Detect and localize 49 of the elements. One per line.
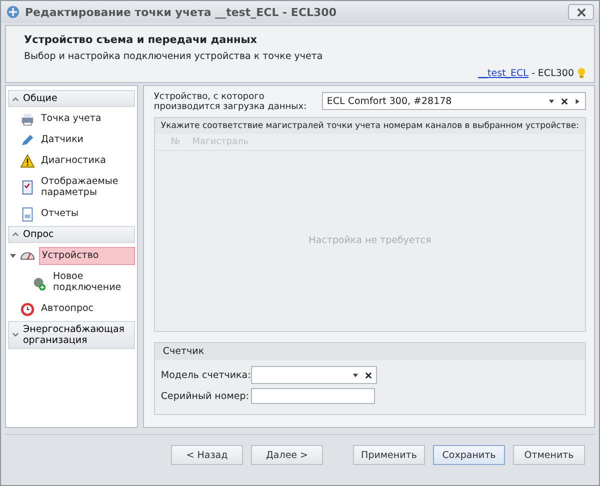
column-header: № bbox=[170, 136, 180, 147]
printer-icon bbox=[20, 112, 35, 127]
header-subtitle: Выбор и настройка подключения устройства к точке учета bbox=[24, 51, 324, 62]
chevron-icon bbox=[12, 332, 19, 338]
close-icon bbox=[576, 8, 586, 16]
chevron-icon bbox=[12, 231, 19, 238]
window-title: Редактирование точки учета __test_ECL - ECL300 bbox=[25, 6, 338, 18]
header-title: Устройство съема и передачи данных bbox=[24, 34, 258, 46]
document-icon bbox=[20, 206, 35, 222]
dialog-button[interactable]: Отменить bbox=[513, 445, 585, 465]
app-icon bbox=[6, 5, 20, 19]
nav-item[interactable]: Датчики bbox=[39, 132, 135, 149]
device-combo[interactable]: ECL Comfort 300, #28178 bbox=[322, 92, 586, 110]
pencil-icon bbox=[20, 132, 35, 148]
group-header[interactable]: Общие bbox=[8, 90, 135, 107]
field-label: Модель счетчика: bbox=[160, 370, 251, 380]
close-button[interactable] bbox=[568, 4, 594, 20]
account-link[interactable]: __test_ECL bbox=[478, 68, 528, 79]
nav-item[interactable]: Отображаемые параметры bbox=[39, 174, 135, 202]
nav-item[interactable]: Отчеты bbox=[39, 206, 135, 223]
expand-icon[interactable] bbox=[10, 252, 16, 259]
group-header[interactable]: Опрос bbox=[8, 226, 135, 243]
warning-icon bbox=[20, 154, 35, 169]
empty-message: Настройка не требуется bbox=[308, 235, 432, 246]
serial-number-field[interactable] bbox=[250, 388, 375, 404]
dialog-button[interactable]: Сохранить bbox=[433, 445, 505, 465]
dialog-button[interactable]: Применить bbox=[353, 445, 425, 465]
play-icon[interactable] bbox=[574, 98, 581, 104]
clear-icon[interactable] bbox=[364, 372, 372, 378]
field-label: Серийный номер: bbox=[160, 390, 250, 402]
dialog-button[interactable]: < Назад bbox=[171, 445, 243, 465]
clear-icon[interactable] bbox=[561, 98, 568, 104]
chevron-icon bbox=[12, 96, 19, 102]
device-name: - ECL300 bbox=[531, 68, 574, 79]
meter-title: Счетчик bbox=[154, 343, 585, 360]
nav-item[interactable]: Устройство bbox=[39, 246, 135, 266]
channels-caption: Укажите соответствие магистралей точки учета номерам каналов в выбранном устройстве: bbox=[154, 118, 585, 134]
group-header[interactable]: Энергоснабжающая организация bbox=[8, 321, 135, 350]
nav-item[interactable]: Диагностика bbox=[39, 152, 135, 170]
device-label: Устройство, с которого производится загрузка данных: bbox=[154, 92, 308, 113]
clock-icon bbox=[20, 302, 35, 318]
nav-item[interactable]: Автоопрос bbox=[39, 301, 135, 318]
dialog-button[interactable]: Далее > bbox=[251, 445, 323, 465]
nav-item[interactable]: Точка учета bbox=[39, 111, 135, 128]
nav-item[interactable]: Новое подключение bbox=[51, 269, 135, 298]
checklist-icon bbox=[20, 180, 35, 196]
dropdown-icon[interactable] bbox=[352, 372, 359, 378]
dropdown-icon[interactable] bbox=[548, 98, 555, 104]
lightbulb-icon bbox=[577, 67, 586, 80]
